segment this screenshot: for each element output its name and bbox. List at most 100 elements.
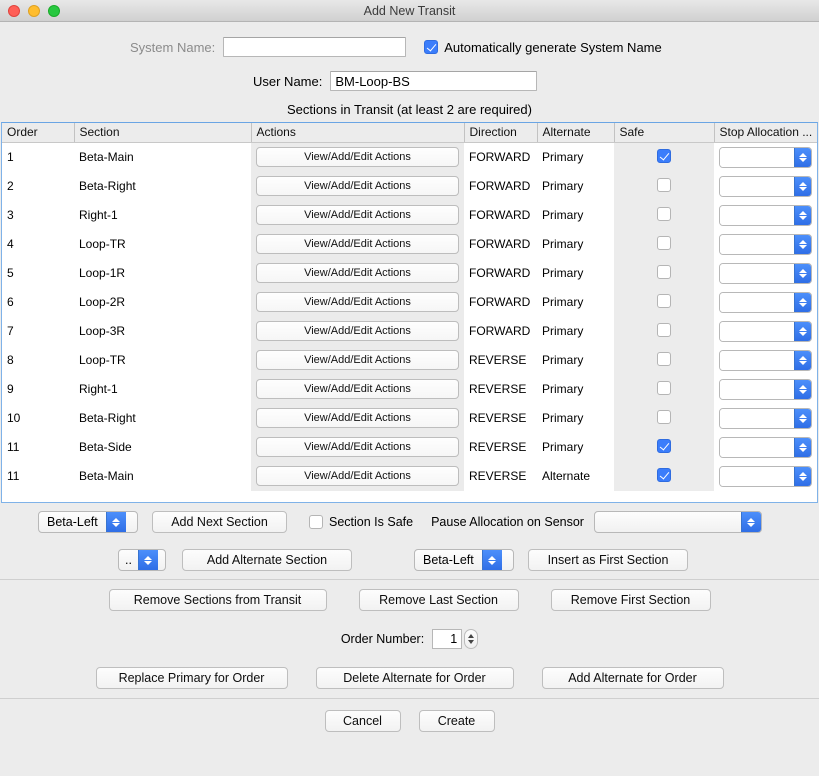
sections-table-container[interactable]: Order Section Actions Direction Alternat… [1,122,818,503]
chevron-updown-icon[interactable] [794,409,811,428]
stop-allocation-combo[interactable] [719,379,812,400]
view-add-edit-actions-button[interactable]: View/Add/Edit Actions [256,292,459,312]
safe-checkbox[interactable] [657,323,671,337]
cell-safe [614,375,714,404]
safe-checkbox[interactable] [657,149,671,163]
stop-allocation-combo[interactable] [719,234,812,255]
safe-checkbox[interactable] [657,381,671,395]
chevron-updown-icon[interactable] [794,177,811,196]
user-name-input[interactable] [330,71,537,91]
stop-allocation-combo[interactable] [719,147,812,168]
table-row[interactable]: 9Right-1View/Add/Edit ActionsREVERSEPrim… [2,375,817,404]
view-add-edit-actions-button[interactable]: View/Add/Edit Actions [256,234,459,254]
table-row[interactable]: 8Loop-TRView/Add/Edit ActionsREVERSEPrim… [2,346,817,375]
insert-as-first-section-button[interactable]: Insert as First Section [528,549,688,571]
table-row[interactable]: 3Right-1View/Add/Edit ActionsFORWARDPrim… [2,201,817,230]
column-header-actions[interactable]: Actions [251,123,464,143]
column-header-section[interactable]: Section [74,123,251,143]
chevron-updown-icon[interactable] [482,550,502,570]
stop-allocation-combo[interactable] [719,437,812,458]
replace-primary-for-order-button[interactable]: Replace Primary for Order [96,667,288,689]
table-row[interactable]: 10Beta-RightView/Add/Edit ActionsREVERSE… [2,404,817,433]
delete-alternate-for-order-button[interactable]: Delete Alternate for Order [316,667,514,689]
view-add-edit-actions-button[interactable]: View/Add/Edit Actions [256,147,459,167]
chevron-updown-icon[interactable] [794,235,811,254]
chevron-updown-icon[interactable] [794,351,811,370]
add-section-panel: Beta-Left Add Next Section Section Is Sa… [0,503,819,579]
first-section-combo[interactable]: Beta-Left [414,549,514,571]
next-section-combo[interactable]: Beta-Left [38,511,138,533]
chevron-updown-icon[interactable] [794,380,811,399]
column-header-order[interactable]: Order [2,123,74,143]
view-add-edit-actions-button[interactable]: View/Add/Edit Actions [256,350,459,370]
stop-allocation-combo[interactable] [719,176,812,197]
create-button[interactable]: Create [419,710,495,732]
order-number-stepper[interactable]: 1 [432,629,478,649]
remove-sections-from-transit-button[interactable]: Remove Sections from Transit [109,589,327,611]
view-add-edit-actions-button[interactable]: View/Add/Edit Actions [256,437,459,457]
safe-checkbox[interactable] [657,265,671,279]
stop-allocation-combo[interactable] [719,321,812,342]
add-alternate-section-button[interactable]: Add Alternate Section [182,549,352,571]
stop-allocation-combo[interactable] [719,466,812,487]
section-is-safe-checkbox[interactable] [309,515,323,529]
chevron-updown-icon[interactable] [464,629,478,649]
stop-allocation-combo[interactable] [719,350,812,371]
chevron-updown-icon[interactable] [138,550,158,570]
add-next-section-button[interactable]: Add Next Section [152,511,287,533]
stop-allocation-combo[interactable] [719,408,812,429]
cell-actions: View/Add/Edit Actions [251,143,464,172]
view-add-edit-actions-button[interactable]: View/Add/Edit Actions [256,408,459,428]
stop-allocation-combo[interactable] [719,263,812,284]
stop-allocation-combo[interactable] [719,205,812,226]
safe-checkbox[interactable] [657,410,671,424]
auto-generate-system-name-checkbox[interactable] [424,40,438,54]
pause-allocation-combo[interactable] [594,511,762,533]
chevron-updown-icon[interactable] [741,512,761,532]
table-row[interactable]: 1Beta-MainView/Add/Edit ActionsFORWARDPr… [2,143,817,172]
chevron-updown-icon[interactable] [794,148,811,167]
view-add-edit-actions-button[interactable]: View/Add/Edit Actions [256,466,459,486]
remove-last-section-button[interactable]: Remove Last Section [359,589,519,611]
cell-direction: FORWARD [464,288,537,317]
chevron-updown-icon[interactable] [794,322,811,341]
chevron-updown-icon[interactable] [794,293,811,312]
table-row[interactable]: 6Loop-2RView/Add/Edit ActionsFORWARDPrim… [2,288,817,317]
column-header-direction[interactable]: Direction [464,123,537,143]
chevron-updown-icon[interactable] [794,264,811,283]
view-add-edit-actions-button[interactable]: View/Add/Edit Actions [256,263,459,283]
safe-checkbox[interactable] [657,207,671,221]
remove-first-section-button[interactable]: Remove First Section [551,589,711,611]
safe-checkbox[interactable] [657,352,671,366]
view-add-edit-actions-button[interactable]: View/Add/Edit Actions [256,379,459,399]
table-row[interactable]: 11Beta-SideView/Add/Edit ActionsREVERSEP… [2,433,817,462]
safe-checkbox[interactable] [657,294,671,308]
table-row[interactable]: 11Beta-MainView/Add/Edit ActionsREVERSEA… [2,462,817,491]
view-add-edit-actions-button[interactable]: View/Add/Edit Actions [256,321,459,341]
table-row[interactable]: 2Beta-RightView/Add/Edit ActionsFORWARDP… [2,172,817,201]
safe-checkbox[interactable] [657,178,671,192]
table-row[interactable]: 5Loop-1RView/Add/Edit ActionsFORWARDPrim… [2,259,817,288]
chevron-updown-icon[interactable] [794,467,811,486]
chevron-updown-icon[interactable] [794,438,811,457]
table-row[interactable]: 4Loop-TRView/Add/Edit ActionsFORWARDPrim… [2,230,817,259]
safe-checkbox[interactable] [657,468,671,482]
safe-checkbox[interactable] [657,236,671,250]
chevron-updown-icon[interactable] [106,512,126,532]
order-number-value[interactable]: 1 [432,629,462,649]
add-alternate-for-order-button[interactable]: Add Alternate for Order [542,667,724,689]
cell-actions: View/Add/Edit Actions [251,346,464,375]
alternate-position-combo[interactable]: .. [118,549,166,571]
view-add-edit-actions-button[interactable]: View/Add/Edit Actions [256,176,459,196]
stop-allocation-combo[interactable] [719,292,812,313]
column-header-safe[interactable]: Safe [614,123,714,143]
column-header-stop-allocation[interactable]: Stop Allocation ... [714,123,817,143]
cancel-button[interactable]: Cancel [325,710,401,732]
column-header-alternate[interactable]: Alternate [537,123,614,143]
chevron-updown-icon[interactable] [794,206,811,225]
window-titlebar: Add New Transit [0,0,819,22]
system-name-input[interactable] [223,37,406,57]
safe-checkbox[interactable] [657,439,671,453]
table-row[interactable]: 7Loop-3RView/Add/Edit ActionsFORWARDPrim… [2,317,817,346]
view-add-edit-actions-button[interactable]: View/Add/Edit Actions [256,205,459,225]
